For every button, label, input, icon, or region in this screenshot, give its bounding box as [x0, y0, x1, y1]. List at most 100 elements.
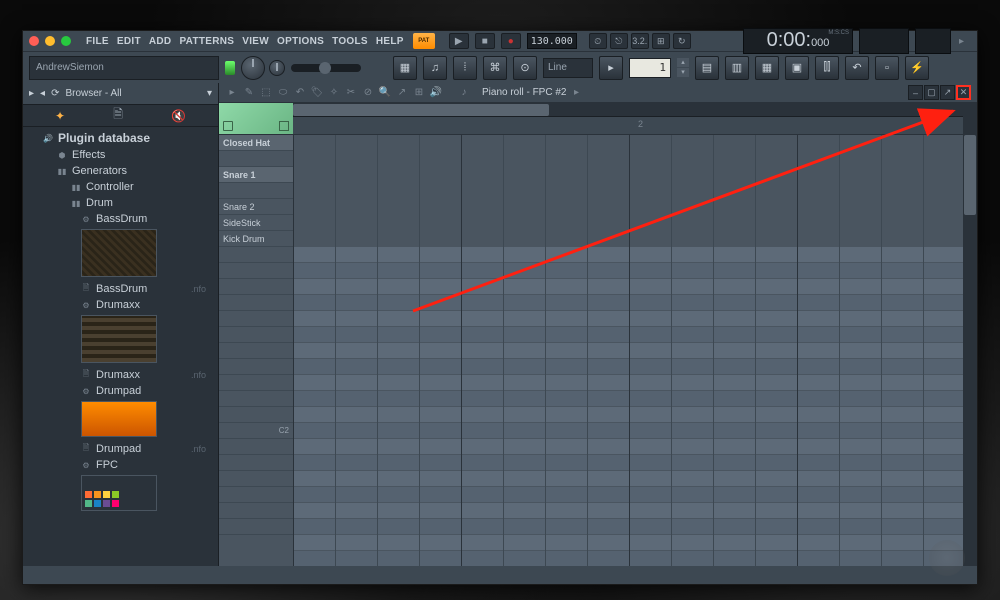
snap-button[interactable]: ⊙ — [513, 56, 537, 80]
pr-detach-button[interactable]: ↗ — [940, 85, 955, 100]
record-button[interactable]: ● — [501, 33, 521, 49]
menu-file[interactable]: FILE — [83, 34, 112, 49]
menu-add[interactable]: ADD — [146, 34, 175, 49]
maximize-window-button[interactable] — [61, 36, 71, 46]
horizontal-scrollbar[interactable] — [293, 103, 963, 117]
master-pitch-knob[interactable] — [269, 60, 285, 76]
metronome-icon[interactable]: ⏲ — [589, 33, 607, 49]
plugin-thumbnail[interactable] — [81, 475, 157, 511]
vscroll-thumb[interactable] — [964, 135, 976, 215]
refresh-icon[interactable]: ⟳ — [51, 88, 59, 99]
collapse-icon[interactable]: ▸ — [29, 88, 34, 99]
tree-root[interactable]: 🔊 Plugin database — [23, 129, 218, 147]
plugin-thumbnail[interactable] — [81, 315, 157, 363]
menu-patterns[interactable]: PATTERNS — [176, 34, 237, 49]
master-volume-knob[interactable] — [241, 56, 265, 80]
quantize-icon[interactable]: ⊞ — [412, 86, 426, 100]
pattern-song-toggle[interactable]: PAT — [413, 33, 435, 49]
tree-item[interactable]: ⚙FPC — [23, 457, 218, 473]
menu-tools[interactable]: TOOLS — [329, 34, 371, 49]
zoom-tool-icon[interactable]: ⊘ — [361, 86, 375, 100]
tempo-display[interactable]: 130.000 — [527, 33, 577, 49]
wait-input-icon[interactable]: ⎋ — [610, 33, 628, 49]
piano-corner-controls[interactable] — [219, 103, 293, 135]
pr-minimize-button[interactable]: – — [908, 85, 923, 100]
snap-mode-select[interactable]: Line — [543, 58, 593, 78]
play-button[interactable]: ▶ — [449, 33, 469, 49]
menu-view[interactable]: VIEW — [239, 34, 272, 49]
visualizer[interactable] — [859, 28, 909, 54]
piano-key-label[interactable]: Kick Drum — [219, 231, 293, 247]
plugin-thumbnail[interactable] — [81, 229, 157, 277]
pattern-up-button[interactable]: ▴ — [677, 58, 689, 67]
chop-tool-icon[interactable]: ↗ — [395, 86, 409, 100]
hscroll-thumb[interactable] — [293, 104, 549, 116]
tree-item[interactable]: ▮▮Controller — [23, 179, 218, 195]
mute-icon[interactable]: 🔇 — [171, 109, 186, 123]
plugin-picker-button[interactable]: ⚡ — [905, 56, 929, 80]
view-playlist-button[interactable]: ▤ — [695, 56, 719, 80]
erase-tool-icon[interactable]: ⬭ — [276, 86, 290, 100]
countdown-icon[interactable]: 3.2. — [631, 33, 649, 49]
piano-roll-button[interactable]: ♫ — [423, 56, 447, 80]
step-seq-button[interactable]: ⦙ — [453, 56, 477, 80]
tree-item[interactable]: ⚙BassDrum — [23, 211, 218, 227]
piano-key-label[interactable]: Snare 2 — [219, 199, 293, 215]
browser-menu-icon[interactable]: ▾ — [207, 88, 212, 99]
pr-menu-icon[interactable]: ▸ — [225, 86, 239, 100]
tree-item[interactable]: ⚙Drumaxx — [23, 297, 218, 313]
tree-item[interactable]: ▮▮Drum — [23, 195, 218, 211]
folder-view-icon[interactable]: 🗎 — [113, 105, 123, 126]
plugin-thumbnail[interactable] — [81, 401, 157, 437]
tree-item[interactable]: ⬢Effects — [23, 147, 218, 163]
tree-item[interactable]: 🗎Drumaxx.nfo — [23, 367, 218, 383]
menu-options[interactable]: OPTIONS — [274, 34, 327, 49]
prev-pattern-button[interactable]: ▸ — [599, 56, 623, 80]
pr-channel-icon[interactable]: ♪ — [457, 86, 471, 100]
view-mixer-button[interactable]: ⫿⫿ — [815, 56, 839, 80]
slip-tool-icon[interactable]: 🏷 — [310, 86, 324, 100]
timeline[interactable]: 2 — [293, 117, 963, 135]
draw-tool-icon[interactable]: ✎ — [242, 86, 256, 100]
back-icon[interactable]: ◂ — [40, 88, 45, 99]
view-stepseq-button[interactable]: ▥ — [725, 56, 749, 80]
favorites-icon[interactable]: ✦ — [55, 109, 65, 123]
piano-grid[interactable]: 2 — [293, 103, 963, 566]
crossfade-slider[interactable] — [291, 64, 361, 72]
cpu-meter[interactable] — [915, 28, 951, 54]
slice-tool-icon[interactable]: ✧ — [327, 86, 341, 100]
stop-button[interactable]: ■ — [475, 33, 495, 49]
pr-maximize-button[interactable]: ▢ — [924, 85, 939, 100]
playback-tool-icon[interactable]: 🔍 — [378, 86, 392, 100]
undo-history-button[interactable]: ↶ — [845, 56, 869, 80]
snap-icon[interactable]: 🔊 — [429, 86, 443, 100]
loop-icon[interactable]: ↻ — [673, 33, 691, 49]
pr-dropdown-icon[interactable]: ▸ — [569, 86, 583, 100]
close-window-button[interactable] — [29, 36, 39, 46]
note-grid[interactable] — [293, 135, 963, 551]
playlist-button[interactable]: ▦ — [393, 56, 417, 80]
tree-item[interactable]: 🗎BassDrum.nfo — [23, 281, 218, 297]
view-browser-button[interactable]: ▣ — [785, 56, 809, 80]
close-windows-button[interactable]: ▫ — [875, 56, 899, 80]
link-button[interactable]: ⌘ — [483, 56, 507, 80]
menu-edit[interactable]: EDIT — [114, 34, 144, 49]
time-display[interactable]: M:S:CS 0:00:000 — [743, 28, 853, 54]
view-pianoroll-button[interactable]: ▦ — [755, 56, 779, 80]
piano-key-label[interactable]: SideStick — [219, 215, 293, 231]
pattern-number[interactable]: 1 — [629, 58, 671, 78]
menu-help[interactable]: HELP — [373, 34, 407, 49]
mute-tool-icon[interactable]: ↶ — [293, 86, 307, 100]
tree-item[interactable]: 🗎Drumpad.nfo — [23, 441, 218, 457]
tree-item[interactable]: ⚙Drumpad — [23, 383, 218, 399]
minimize-window-button[interactable] — [45, 36, 55, 46]
vertical-scrollbar[interactable] — [963, 103, 977, 566]
tree-item[interactable]: ▮▮Generators — [23, 163, 218, 179]
pr-close-button[interactable]: ✕ — [956, 85, 971, 100]
piano-key-label[interactable]: Snare 1 — [219, 167, 293, 183]
paint-tool-icon[interactable]: ⬚ — [259, 86, 273, 100]
select-tool-icon[interactable]: ✂ — [344, 86, 358, 100]
piano-key-label[interactable]: Closed Hat — [219, 135, 293, 151]
expand-icon[interactable]: ▸ — [959, 36, 971, 47]
blend-icon[interactable]: ⊞ — [652, 33, 670, 49]
